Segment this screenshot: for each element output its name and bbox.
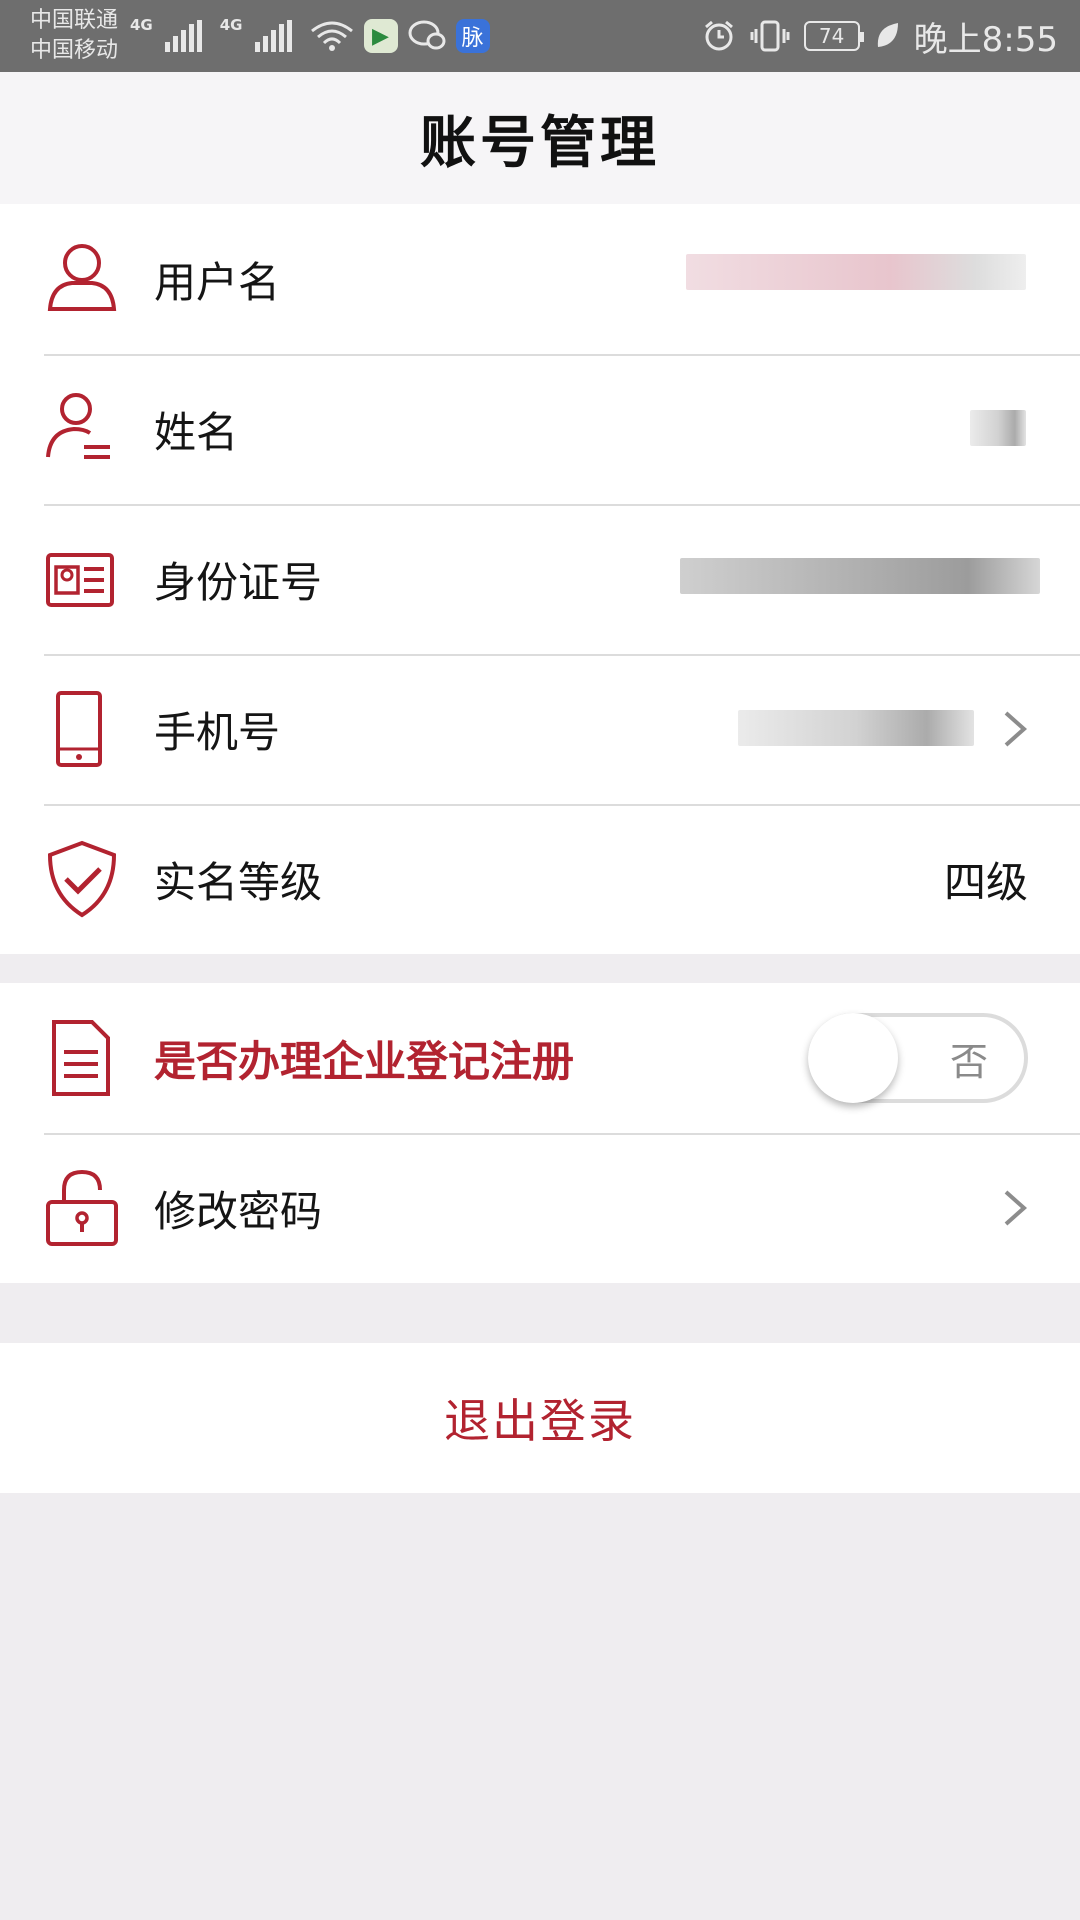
id-number-row: 身份证号 <box>0 504 1080 654</box>
network-type-2: 4G <box>219 16 243 34</box>
page-title: 账号管理 <box>420 110 660 176</box>
verification-level-value: 四级 <box>943 857 1028 907</box>
carrier-2: 中国移动 <box>30 38 119 63</box>
verification-level-row: 实名等级 四级 <box>0 804 1080 954</box>
chat-icon <box>408 20 445 50</box>
username-label: 用户名 <box>154 257 281 307</box>
document-icon <box>52 1020 110 1096</box>
alarm-icon <box>704 20 733 51</box>
id-number-label: 身份证号 <box>154 557 323 607</box>
chevron-right-icon <box>1004 711 1028 747</box>
network-type-1: 4G <box>130 16 153 34</box>
enterprise-registration-label: 是否办理企业登记注册 <box>154 1036 575 1086</box>
enterprise-registration-toggle[interactable]: 否 <box>808 1013 1028 1103</box>
battery-level: 74 <box>818 24 845 48</box>
logout-button[interactable]: 退出登录 <box>0 1343 1080 1493</box>
carrier-info: 中国联通 中国移动 <box>30 6 118 66</box>
enterprise-registration-row: 是否办理企业登记注册 否 <box>0 983 1080 1133</box>
account-info-group: 用户名 姓名 身份证号 手机号 实名等级 四级 <box>0 204 1080 954</box>
phone-row[interactable]: 手机号 <box>0 654 1080 804</box>
wifi-icon <box>310 21 353 51</box>
phone-label: 手机号 <box>154 707 281 757</box>
chevron-right-icon <box>1004 1190 1028 1226</box>
shield-check-icon <box>47 840 117 918</box>
vibrate-icon <box>750 20 790 52</box>
signal-icon <box>164 20 202 52</box>
change-password-row[interactable]: 修改密码 <box>0 1133 1080 1283</box>
mai-app-icon: 脉 <box>455 19 490 53</box>
toggle-knob <box>808 1013 898 1103</box>
page-header: 账号管理 <box>0 72 1080 204</box>
status-icons-left: 4G 4G ▶ 脉 <box>130 14 490 58</box>
status-bar: 中国联通 中国移动 4G 4G ▶ 脉 74 晚上8:55 <box>0 0 1080 72</box>
status-icons-right: 74 晚上8:55 <box>702 14 1058 60</box>
phone-icon <box>56 691 102 767</box>
id-card-icon <box>46 553 114 607</box>
carrier-1: 中国联通 <box>30 8 119 33</box>
leaf-icon <box>877 23 898 47</box>
clock: 晚上8:55 <box>913 19 1058 60</box>
person-name-icon <box>46 393 110 459</box>
verification-level-label: 实名等级 <box>154 857 323 907</box>
signal-icon <box>254 20 292 52</box>
logout-label: 退出登录 <box>444 1394 636 1448</box>
name-label: 姓名 <box>154 407 239 457</box>
video-app-icon: ▶ <box>363 19 398 53</box>
lock-icon <box>46 1169 118 1246</box>
user-icon <box>47 244 117 311</box>
name-value-redacted <box>970 410 1026 446</box>
username-row: 用户名 <box>0 204 1080 354</box>
id-number-value-redacted <box>680 558 1040 594</box>
settings-group: 是否办理企业登记注册 否 修改密码 <box>0 983 1080 1283</box>
battery-icon: 74 <box>803 21 864 51</box>
toggle-state-text: 否 <box>949 1040 988 1084</box>
username-value-redacted <box>686 254 1026 290</box>
name-row: 姓名 <box>0 354 1080 504</box>
phone-value-redacted <box>738 710 974 746</box>
change-password-label: 修改密码 <box>154 1186 323 1236</box>
